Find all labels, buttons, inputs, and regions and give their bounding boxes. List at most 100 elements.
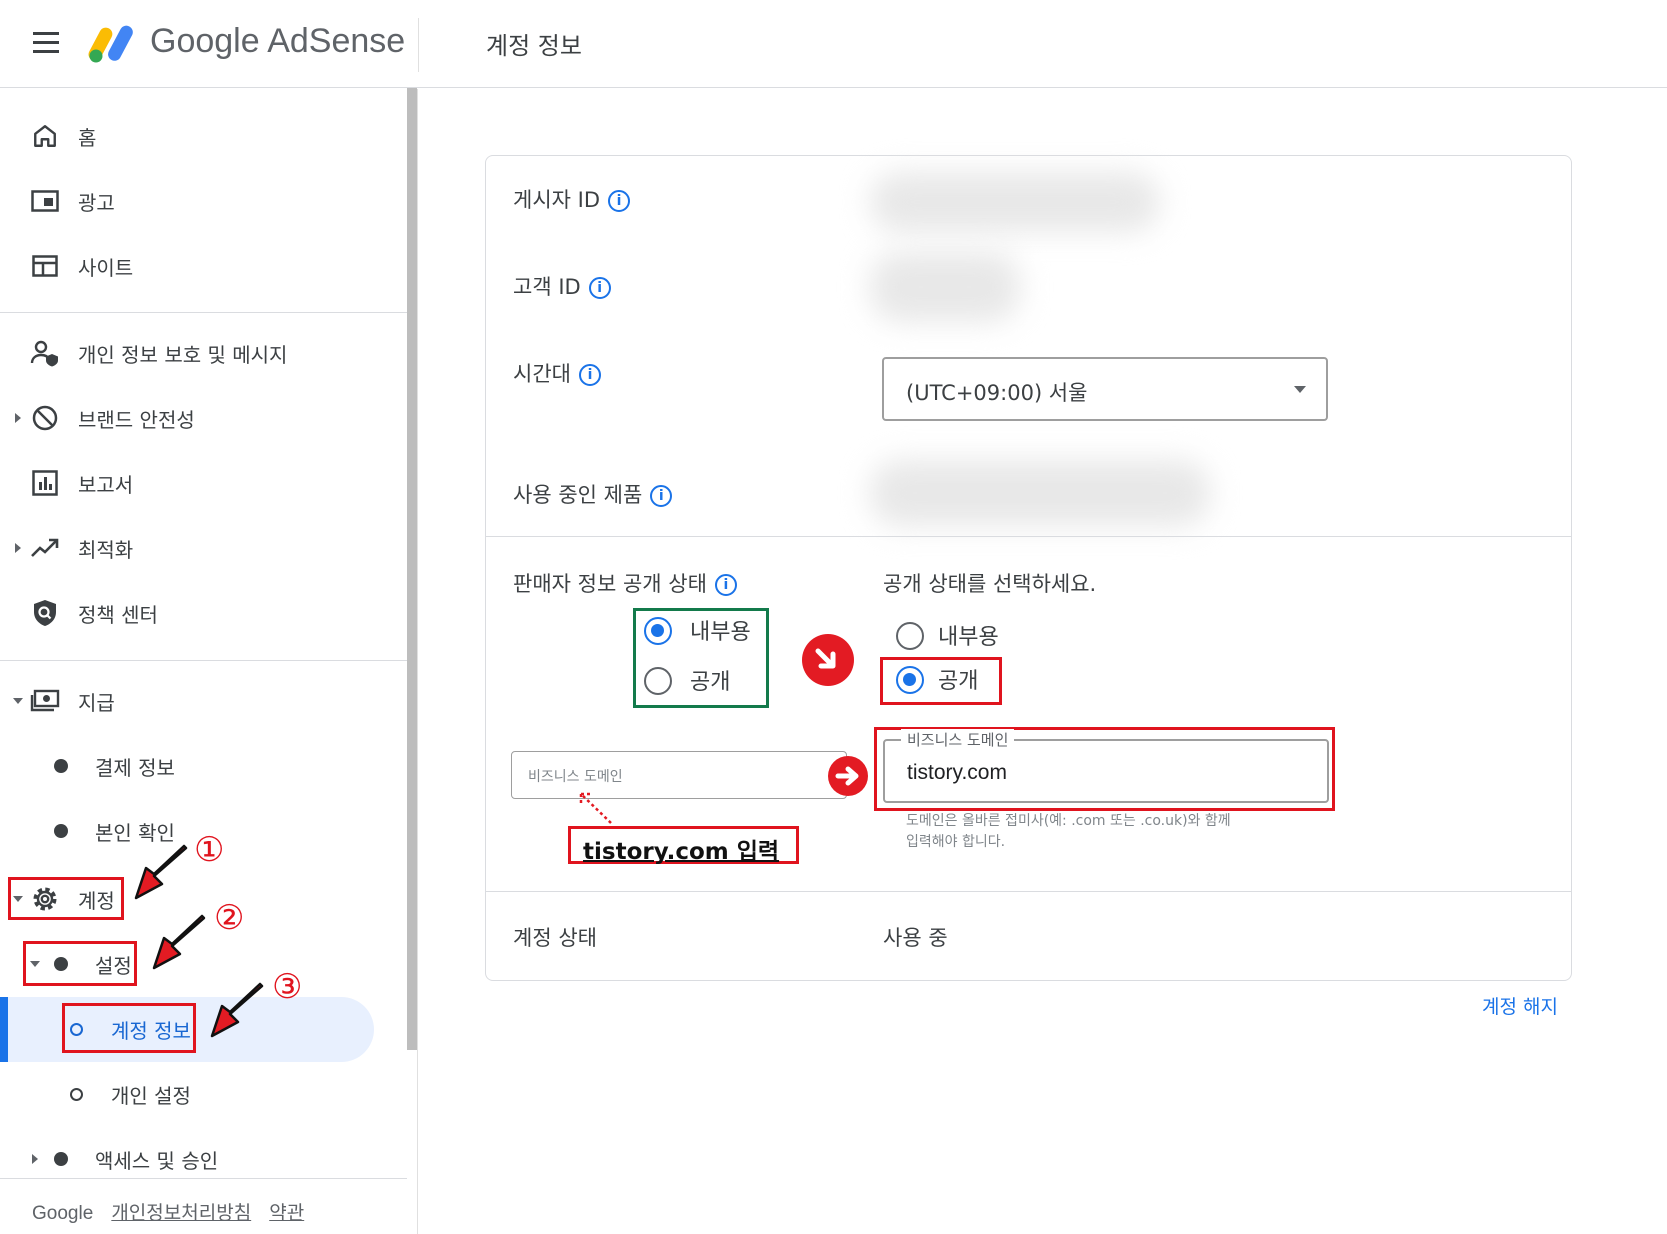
sidebar-item-label: 최적화 — [78, 537, 134, 562]
hint-line-1: 도메인은 올바른 접미사(예: .com 또는 .co.uk)와 함께 — [906, 813, 1231, 829]
expand-arrow-icon[interactable] — [32, 1154, 38, 1164]
policy-shield-icon — [30, 598, 60, 628]
account-status-label: 계정 상태 — [513, 926, 597, 950]
info-icon[interactable]: i — [578, 364, 601, 386]
app-logo-text: Google AdSense — [150, 22, 406, 60]
sidebar-item-label: 개인 설정 — [111, 1083, 191, 1108]
sites-icon — [30, 251, 60, 281]
business-domain-value: tistory.com — [907, 761, 1007, 784]
radio-public-before-label: 공개 — [690, 670, 731, 695]
radio-internal-after[interactable] — [896, 622, 924, 650]
account-status-value: 사용 중 — [883, 926, 948, 950]
sidebar-footer-divider — [0, 1178, 407, 1179]
annotation-circle-arrow-icon — [828, 756, 868, 796]
sidebar-item-label: 지급 — [78, 690, 115, 715]
adsense-logo-icon — [88, 22, 136, 64]
annotation-label-box: tistory.com 입력 — [568, 826, 799, 865]
info-icon[interactable]: i — [714, 574, 737, 596]
radio-internal-before-label: 내부용 — [690, 620, 751, 645]
step-number-2: ② — [214, 898, 245, 938]
expand-arrow-icon[interactable] — [15, 413, 21, 423]
top-app-bar: Google AdSense 계정 정보 — [0, 0, 1667, 88]
radio-internal-before[interactable] — [644, 617, 672, 645]
sidebar-item-privacy-messaging[interactable]: 개인 정보 보호 및 메시지 — [0, 328, 400, 378]
publisher-id-value-redacted — [870, 172, 1160, 232]
sidebar-item-reports[interactable]: 보고서 — [0, 458, 400, 508]
radio-public-after-label: 공개 — [938, 669, 979, 694]
publisher-id-label: 게시자 ID i — [513, 184, 630, 214]
sidebar-item-access-authorization[interactable]: 액세스 및 승인 — [0, 1134, 400, 1184]
reports-icon — [30, 468, 60, 498]
hamburger-menu-icon[interactable] — [33, 32, 59, 54]
privacy-messaging-icon — [30, 338, 60, 368]
block-icon — [30, 403, 60, 433]
customer-id-label: 고객 ID i — [513, 271, 611, 301]
seller-info-visibility-label: 판매자 정보 공개 상태 i — [513, 568, 737, 598]
sidebar-item-label: 액세스 및 승인 — [95, 1148, 219, 1173]
customer-id-value-redacted — [870, 252, 1020, 322]
sidebar-item-personal-settings[interactable]: 개인 설정 — [0, 1069, 400, 1119]
info-icon[interactable]: i — [588, 277, 611, 299]
home-icon — [30, 121, 60, 151]
annotation-circle-arrow-icon — [802, 634, 854, 686]
card-section-divider — [486, 891, 1571, 892]
bullet-dot-icon — [54, 759, 68, 773]
header-divider — [418, 18, 419, 72]
business-domain-hint: 도메인은 올바른 접미사(예: .com 또는 .co.uk)와 함께 입력해야… — [906, 811, 1231, 853]
sidebar-item-label: 브랜드 안전성 — [78, 407, 195, 432]
timezone-select-value: (UTC+09:00) 서울 — [906, 381, 1088, 405]
info-icon[interactable]: i — [650, 485, 673, 507]
step-number-3: ③ — [272, 967, 303, 1007]
visibility-prompt: 공개 상태를 선택하세요. — [883, 572, 1097, 596]
annotation-arrow-icon — [150, 912, 212, 974]
sidebar-divider — [0, 312, 407, 313]
sidebar-item-payment-info[interactable]: 결제 정보 — [0, 741, 400, 791]
sidebar-item-optimization[interactable]: 최적화 — [0, 523, 400, 573]
info-icon[interactable]: i — [608, 190, 630, 212]
expand-arrow-icon[interactable] — [15, 543, 21, 553]
annotation-arrow-icon — [132, 842, 194, 904]
sidebar-item-label: 개인 정보 보호 및 메시지 — [78, 342, 288, 367]
business-domain-placeholder: 비즈니스 도메인 — [528, 769, 623, 785]
bullet-ring-icon — [70, 1088, 83, 1101]
sidebar-item-policy-center[interactable]: 정책 센터 — [0, 588, 400, 638]
sidebar-item-label: 홈 — [78, 125, 97, 150]
sidebar-item-brand-safety[interactable]: 브랜드 안전성 — [0, 393, 400, 443]
sidebar-footer: Google 개인정보처리방침 약관 — [32, 1198, 304, 1225]
footer-google-wordmark: Google — [32, 1203, 94, 1224]
business-domain-floating-label: 비즈니스 도메인 — [901, 729, 1015, 750]
radio-public-before[interactable] — [644, 667, 672, 695]
sidebar-item-label: 보고서 — [78, 472, 134, 497]
annotation-highlight-box — [62, 1003, 196, 1053]
step-number-1: ① — [194, 830, 225, 870]
terms-link[interactable]: 약관 — [269, 1202, 304, 1224]
sidebar-scrollbar[interactable] — [407, 88, 417, 1050]
privacy-policy-link[interactable]: 개인정보처리방침 — [111, 1202, 251, 1224]
business-domain-input-after[interactable]: 비즈니스 도메인 tistory.com — [883, 729, 1329, 803]
annotation-label-text: tistory.com 입력 — [583, 839, 780, 865]
sidebar-item-label: 정책 센터 — [78, 602, 158, 627]
sidebar-item-payments[interactable]: 지급 — [0, 676, 400, 726]
annotation-arrow-icon — [208, 980, 270, 1042]
dropdown-arrow-icon — [1294, 386, 1306, 393]
close-account-link[interactable]: 계정 해지 — [1482, 992, 1558, 1019]
products-in-use-value-redacted — [870, 460, 1210, 526]
bullet-dot-icon — [54, 824, 68, 838]
radio-internal-after-label: 내부용 — [938, 625, 999, 650]
sidebar-item-ads[interactable]: 광고 — [0, 176, 400, 226]
bullet-dot-icon — [54, 1152, 68, 1166]
card-section-divider — [486, 536, 1571, 537]
trending-up-icon — [30, 533, 60, 563]
sidebar-item-label: 결제 정보 — [95, 755, 175, 780]
timezone-label: 시간대 i — [513, 358, 601, 388]
radio-public-after[interactable] — [896, 666, 924, 694]
sidebar-item-label: 사이트 — [78, 255, 134, 280]
collapse-arrow-icon[interactable] — [13, 698, 23, 704]
sidebar-item-sites[interactable]: 사이트 — [0, 241, 400, 291]
sidebar-item-account-info[interactable]: 계정 정보 — [0, 1004, 400, 1054]
timezone-select[interactable]: (UTC+09:00) 서울 — [882, 357, 1328, 421]
hint-line-2: 입력해야 합니다. — [906, 834, 1006, 850]
ads-icon — [30, 186, 60, 216]
business-domain-input-before[interactable]: 비즈니스 도메인 — [511, 751, 847, 799]
sidebar-item-home[interactable]: 홈 — [0, 111, 400, 161]
